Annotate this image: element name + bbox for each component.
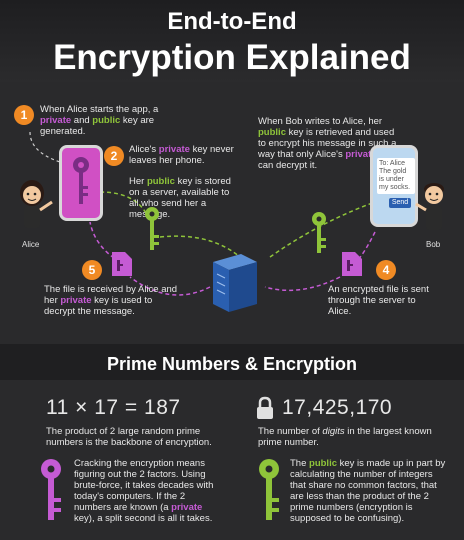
alice-label: Alice xyxy=(22,240,40,249)
encrypted-file-icon xyxy=(112,252,132,276)
message-line: is under xyxy=(379,176,404,183)
step-1-badge: 1 xyxy=(14,105,34,125)
prime-section-title: Prime Numbers & Encryption xyxy=(106,354,358,374)
title-line-1: End-to-End xyxy=(167,8,297,35)
key-icon xyxy=(73,157,89,204)
step-1-text: When Alice starts the app, a private and… xyxy=(40,104,159,137)
prime-equation: 11 × 17 = 187 xyxy=(46,396,181,419)
bob-label: Bob xyxy=(426,240,441,249)
alice-avatar xyxy=(20,180,53,228)
step-2-badge: 2 xyxy=(104,146,124,166)
private-key-explanation: Cracking the encryption means figuring o… xyxy=(74,458,214,524)
title-line-2: Encryption Explained xyxy=(53,38,411,77)
key-icon xyxy=(312,212,326,253)
equation-caption: The product of 2 large random prime numb… xyxy=(46,426,212,448)
public-key-explanation: The public key is made up in part by cal… xyxy=(290,458,446,524)
bob-avatar xyxy=(415,183,444,230)
padlock-icon xyxy=(257,396,273,419)
key-icon xyxy=(41,459,61,520)
key-icon xyxy=(145,207,159,250)
step-4-badge: 4 xyxy=(376,260,396,280)
largest-prime-digits: 17,425,170 xyxy=(282,396,393,419)
alice-phone xyxy=(59,145,103,221)
message-line: The gold xyxy=(379,168,407,175)
step-2-text: Alice's private key never leaves her pho… xyxy=(129,144,234,166)
digits-caption: The number of digits in the largest know… xyxy=(258,426,432,448)
send-button[interactable]: Send xyxy=(389,198,411,208)
step-5-badge: 5 xyxy=(82,260,102,280)
key-icon xyxy=(259,459,279,520)
encrypted-file-icon xyxy=(342,252,362,276)
message-line: my socks. xyxy=(379,184,411,191)
message-line: To: Alice xyxy=(379,160,406,167)
step-4-text: An encrypted file is sent through the se… xyxy=(328,284,429,317)
step-5-text: The file is received by Alice and her pr… xyxy=(44,284,178,317)
server-icon xyxy=(213,254,257,312)
